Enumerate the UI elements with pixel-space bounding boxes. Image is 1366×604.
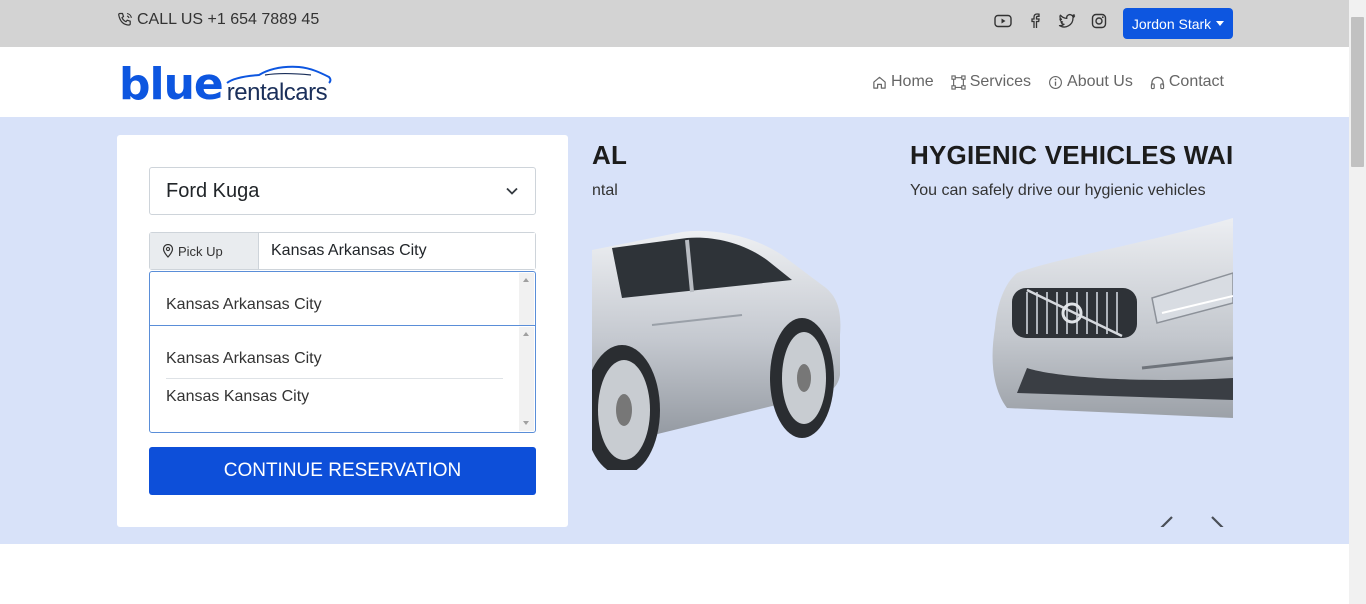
call-us[interactable]: CALL US +1 654 7889 45	[117, 11, 319, 29]
youtube-icon[interactable]	[994, 13, 1012, 34]
car-select[interactable]: Ford Kuga	[149, 167, 536, 215]
facebook-icon[interactable]	[1028, 13, 1042, 34]
logo-rental-text: rentalcars	[226, 65, 332, 105]
slide-title-1: AL	[592, 140, 628, 170]
nav-label-home: Home	[891, 73, 934, 90]
slide-title-2: HYGIENIC VEHICLES WAIT	[910, 140, 1233, 170]
reservation-card: Ford Kuga Pick Up Kansas Arkansas City K…	[117, 135, 568, 527]
nav-label-contact: Contact	[1168, 73, 1224, 90]
scroll-down-icon[interactable]	[523, 421, 529, 425]
car-select-value: Ford Kuga	[166, 179, 260, 202]
listbox-scrollbar[interactable]	[519, 327, 534, 431]
brand-logo[interactable]: blue rentalcars	[119, 55, 332, 110]
nav-item-about[interactable]: About Us	[1048, 73, 1133, 91]
page-scrollbar-thumb[interactable]	[1351, 17, 1364, 167]
nav-links: Home Services About Us Contact	[872, 73, 1224, 91]
pickup-label-text: Pick Up	[178, 243, 223, 259]
pickup-suggestions-list-1[interactable]: Kansas Arkansas City	[149, 271, 536, 326]
list-item[interactable]: Kansas Arkansas City	[166, 296, 322, 314]
user-menu-button[interactable]: Jordon Stark	[1123, 8, 1233, 39]
volvo-suv-image	[992, 218, 1233, 418]
chevron-down-icon	[506, 187, 518, 195]
nav-item-contact[interactable]: Contact	[1150, 73, 1224, 91]
pickup-input-group: Pick Up	[149, 232, 536, 270]
caret-down-icon	[1216, 21, 1225, 26]
car-outline-icon	[226, 65, 332, 84]
page-scrollbar[interactable]	[1349, 0, 1366, 604]
scroll-up-icon[interactable]	[523, 278, 529, 282]
carousel-next-button[interactable]	[1202, 514, 1232, 527]
phone-icon	[118, 12, 132, 26]
home-icon	[873, 76, 886, 89]
main-navbar: blue rentalcars Home Services About Us C…	[0, 47, 1349, 117]
nav-item-services[interactable]: Services	[951, 73, 1031, 91]
pickup-label: Pick Up	[150, 233, 259, 269]
list-divider	[166, 378, 503, 379]
continue-reservation-button[interactable]: CONTINUE RESERVATION	[149, 447, 536, 495]
pickup-suggestions-list-2[interactable]: Kansas Arkansas City Kansas Kansas City	[149, 325, 536, 433]
map-pin-icon	[162, 244, 174, 258]
hero-carousel: AL ntal HYGIENIC VEHICLES WAIT You can s…	[592, 135, 1233, 527]
slide-subtitle-1: ntal	[592, 182, 618, 199]
carousel-prev-button[interactable]	[1152, 514, 1182, 527]
list-item[interactable]: Kansas Arkansas City	[166, 350, 322, 368]
instagram-icon[interactable]	[1091, 13, 1107, 34]
headphones-icon	[1150, 76, 1165, 89]
nav-label-services: Services	[969, 73, 1032, 90]
twitter-icon[interactable]	[1058, 13, 1076, 34]
listbox-scrollbar[interactable]	[519, 273, 534, 326]
call-us-text: CALL US +1 654 7889 45	[137, 11, 320, 28]
services-icon	[951, 74, 966, 90]
silver-sedan-image	[592, 230, 841, 470]
slide-subtitle-2: You can safely drive our hygienic vehicl…	[910, 182, 1206, 199]
nav-label-about: About Us	[1067, 73, 1133, 90]
logo-blue-text: blue	[119, 59, 224, 110]
scroll-up-icon[interactable]	[523, 332, 529, 336]
top-bar: CALL US +1 654 7889 45 Jordon Stark	[0, 0, 1349, 47]
list-item[interactable]: Kansas Kansas City	[166, 388, 309, 406]
hero-section: Ford Kuga Pick Up Kansas Arkansas City K…	[0, 117, 1349, 544]
nav-item-home[interactable]: Home	[872, 73, 934, 91]
info-icon	[1049, 75, 1063, 89]
pickup-location-field[interactable]	[259, 233, 535, 269]
user-name: Jordon Stark	[1131, 15, 1212, 32]
